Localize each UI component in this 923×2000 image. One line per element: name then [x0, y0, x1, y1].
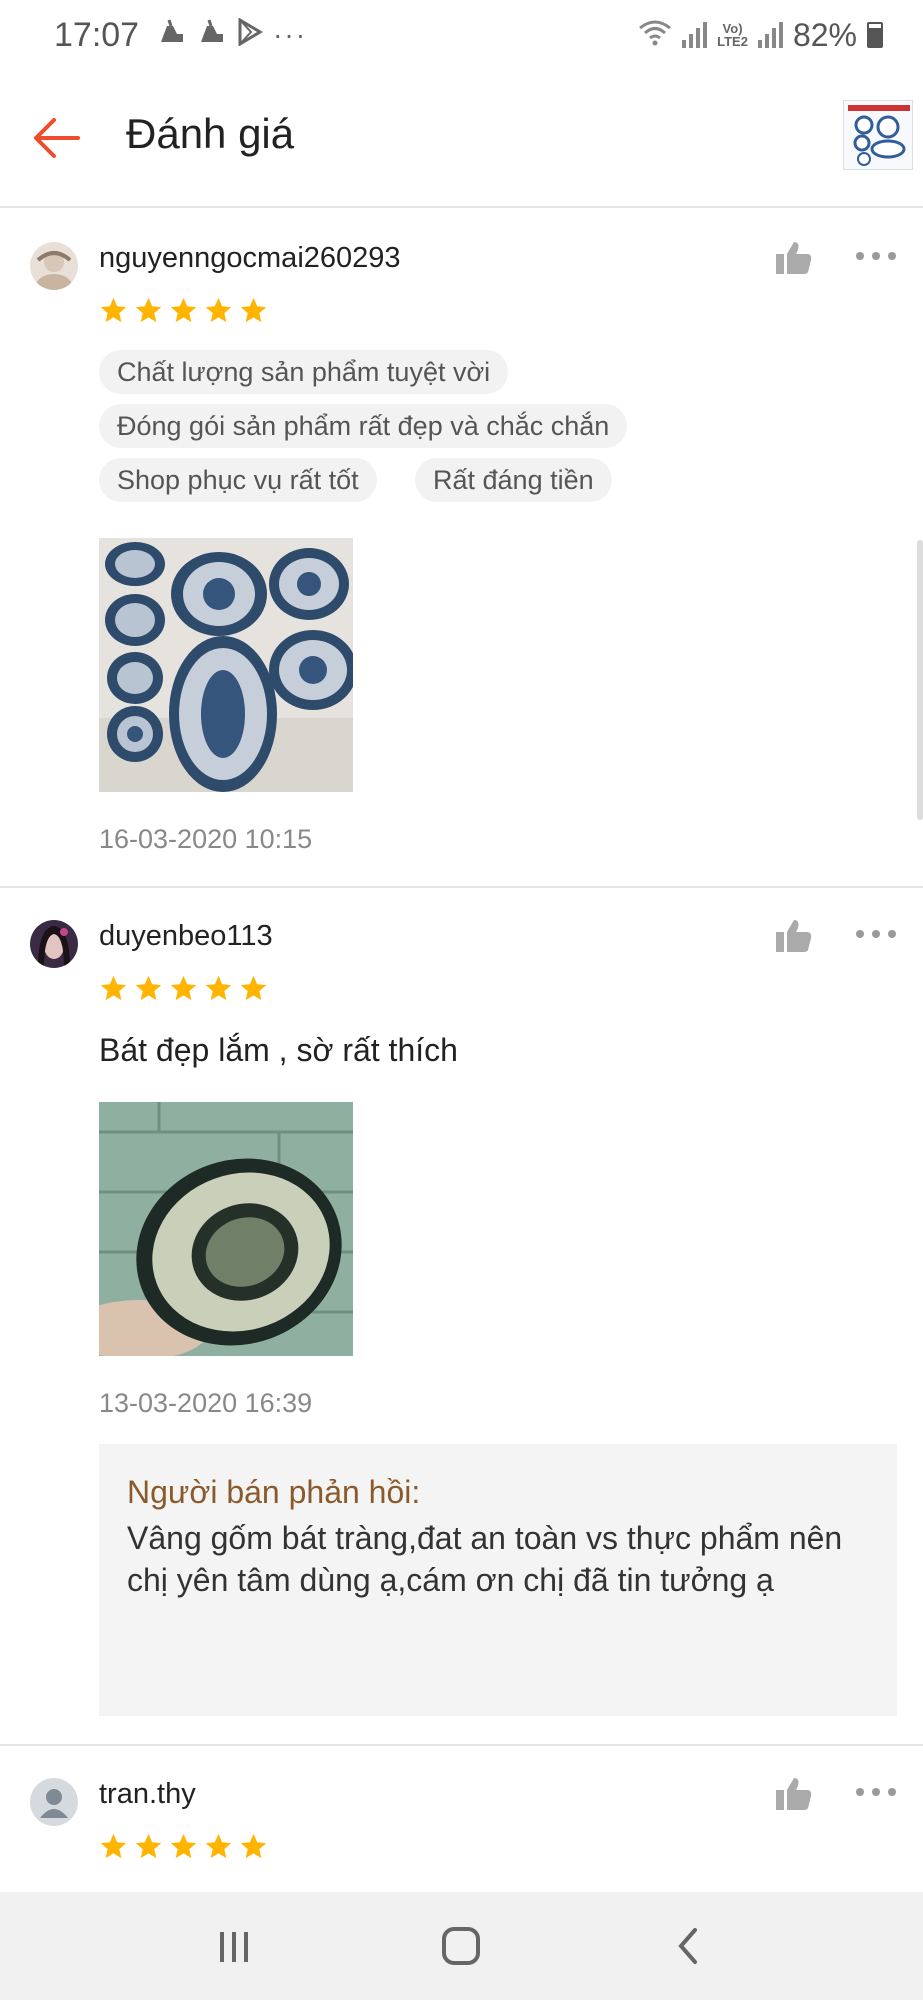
- battery-icon: [867, 22, 883, 48]
- star-rating: [99, 296, 268, 325]
- star-icon: [135, 1833, 162, 1859]
- scroll-indicator[interactable]: [917, 540, 923, 820]
- review-date: 16-03-2020 10:15: [99, 824, 313, 854]
- signal-icon: [757, 22, 783, 48]
- system-nav-bar: [0, 1892, 923, 2000]
- review-text: Bát đẹp lắm , sờ rất thích: [99, 1032, 458, 1068]
- battery-percent: 82%: [792, 16, 857, 53]
- star-icon: [240, 975, 267, 1001]
- star-icon: [240, 297, 267, 323]
- page-title: Đánh giá: [126, 110, 295, 157]
- review-tag: Shop phục vụ rất tốt: [99, 458, 377, 502]
- username: duyenbeo113: [99, 920, 273, 952]
- seller-reply-title: Người bán phản hồi:: [127, 1474, 421, 1510]
- back-button[interactable]: [28, 110, 84, 166]
- seller-reply-text: Vâng gốm bát tràng,đat an toàn vs thực p…: [127, 1520, 843, 1598]
- username: nguyenngocmai260293: [99, 242, 401, 274]
- star-icon: [170, 1833, 197, 1859]
- review-item: tran.thy: [0, 1746, 923, 1892]
- avatar[interactable]: [30, 1778, 78, 1826]
- star-icon: [170, 297, 197, 323]
- review-date: 13-03-2020 16:39: [99, 1388, 313, 1418]
- product-thumbnail[interactable]: [843, 100, 913, 170]
- wifi-icon: [638, 17, 672, 54]
- like-icon[interactable]: [774, 1774, 814, 1814]
- star-rating: [99, 974, 268, 1003]
- like-icon[interactable]: [774, 916, 814, 956]
- signal-icon: [682, 22, 708, 48]
- star-icon: [100, 297, 127, 323]
- avatar[interactable]: [30, 920, 78, 968]
- status-bar: 17:07 ··· Vo) LTE2 82%: [0, 0, 923, 70]
- star-icon: [135, 297, 162, 323]
- recent-apps-button[interactable]: [204, 1916, 264, 1976]
- username: tran.thy: [99, 1778, 196, 1810]
- star-rating: [99, 1832, 268, 1861]
- like-icon[interactable]: [774, 238, 814, 278]
- seller-reply: Người bán phản hồi: Vâng gốm bát tràng,đ…: [99, 1444, 897, 1716]
- star-icon: [205, 975, 232, 1001]
- star-icon: [135, 975, 162, 1001]
- more-options-icon[interactable]: [856, 246, 900, 266]
- star-icon: [170, 975, 197, 1001]
- review-item: nguyenngocmai260293 Chất lượng sản phẩm …: [0, 210, 923, 888]
- home-icon: [442, 1927, 481, 1965]
- status-time: 17:07: [54, 15, 140, 54]
- review-tag: Rất đáng tiền: [415, 458, 612, 502]
- star-icon: [100, 975, 127, 1001]
- review-tag: Chất lượng sản phẩm tuyệt vời: [99, 350, 509, 394]
- more-dots-icon: ···: [273, 19, 308, 50]
- network-label: Vo) LTE2: [717, 21, 748, 49]
- chevron-left-icon: [678, 1928, 698, 1964]
- review-photo[interactable]: [99, 538, 353, 792]
- more-options-icon[interactable]: [856, 924, 900, 944]
- recent-apps-icon: [219, 1932, 248, 1962]
- app-bar: Đánh giá: [0, 70, 923, 208]
- status-right: Vo) LTE2 82%: [638, 17, 883, 54]
- arrow-left-icon: [34, 118, 80, 158]
- star-icon: [240, 1833, 267, 1859]
- play-store-icon: [237, 16, 264, 53]
- review-photo[interactable]: [99, 1102, 353, 1356]
- notification-icon: [157, 18, 187, 53]
- star-icon: [205, 1833, 232, 1859]
- review-item: duyenbeo113 Bát đẹp lắm , sờ rất thích 1…: [0, 888, 923, 1746]
- star-icon: [205, 297, 232, 323]
- star-icon: [100, 1833, 127, 1859]
- avatar[interactable]: [30, 242, 78, 290]
- status-notifications: ···: [157, 16, 308, 53]
- back-nav-button[interactable]: [659, 1916, 719, 1976]
- notification-icon: [197, 18, 227, 53]
- review-tag: Đóng gói sản phẩm rất đẹp và chắc chắn: [99, 404, 628, 448]
- home-button[interactable]: [431, 1916, 491, 1976]
- more-options-icon[interactable]: [856, 1782, 900, 1802]
